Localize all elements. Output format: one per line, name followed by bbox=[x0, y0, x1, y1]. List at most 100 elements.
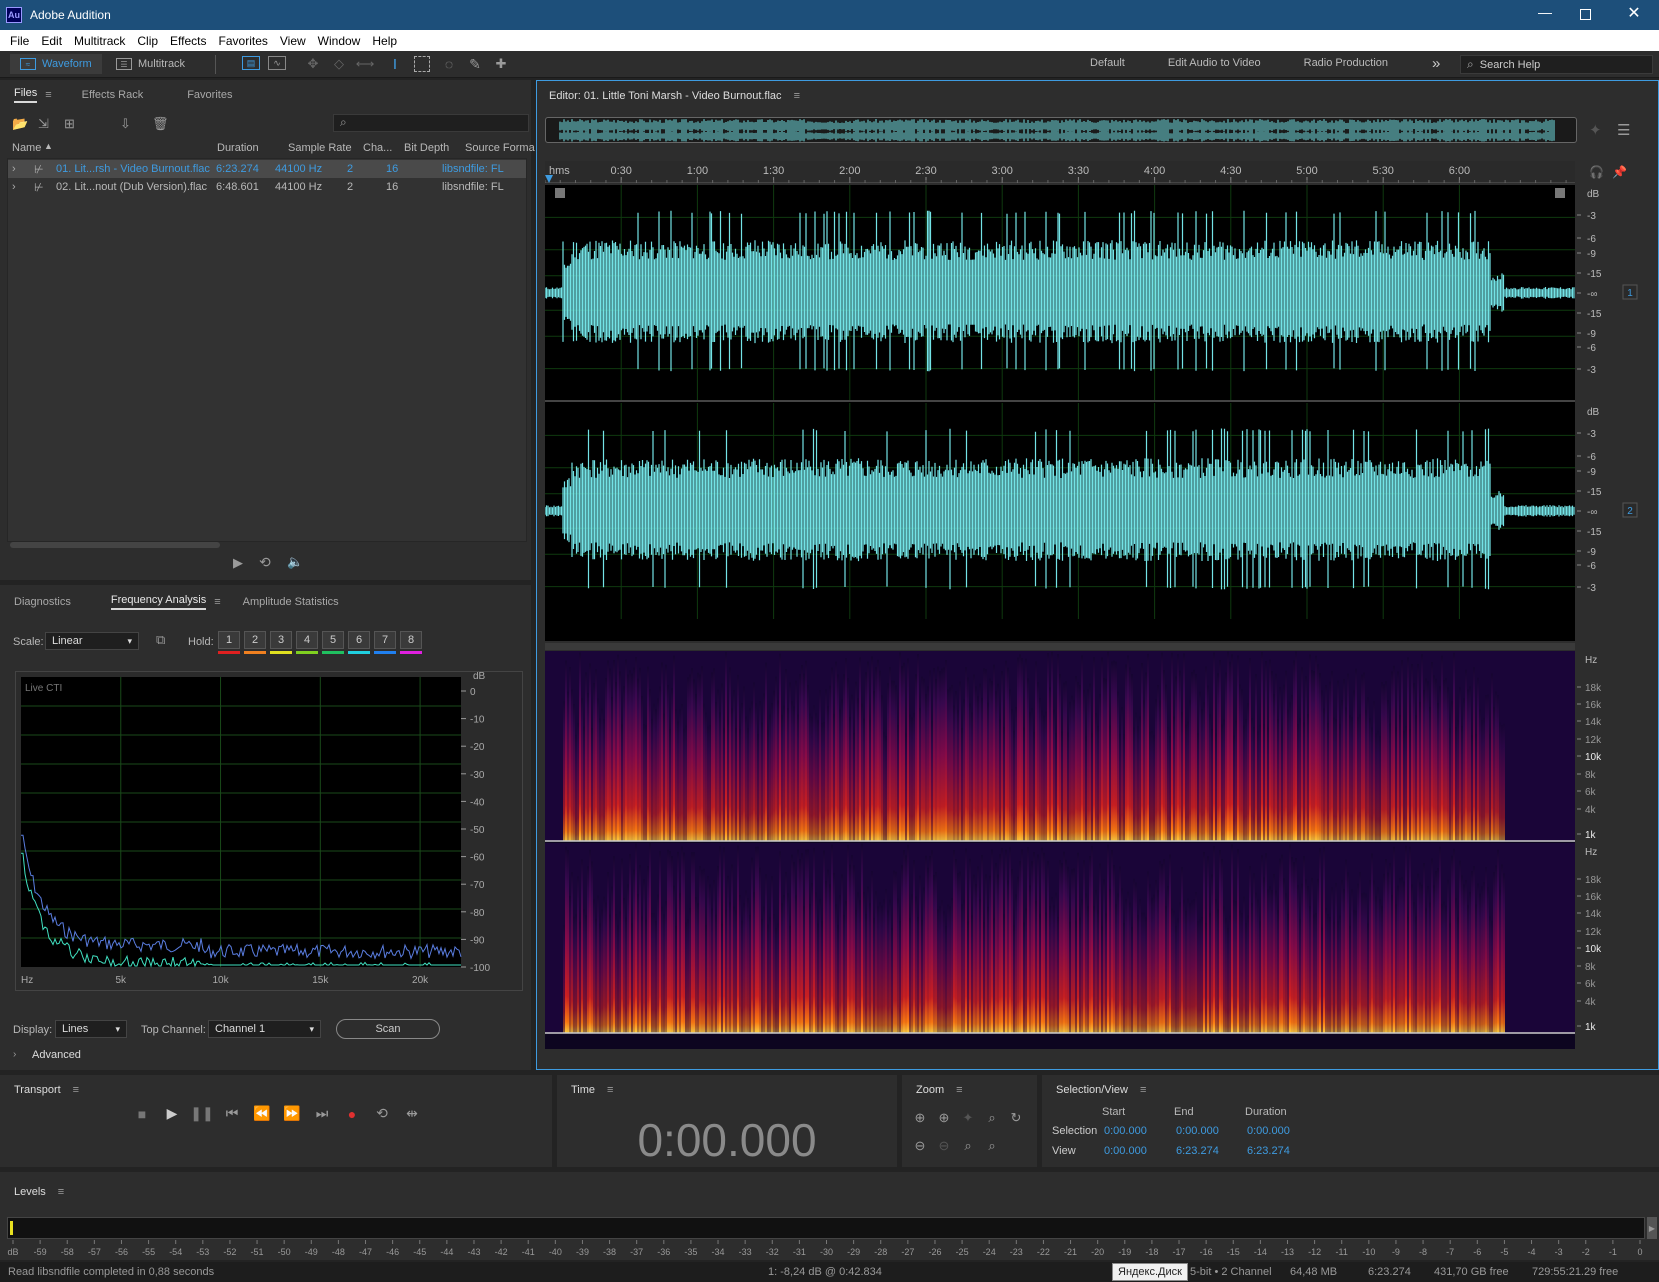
overview-bar[interactable] bbox=[545, 117, 1577, 143]
zoom-to-selection-icon[interactable]: ⌕ bbox=[980, 1110, 1004, 1126]
view-end-value[interactable]: 6:23.274 bbox=[1176, 1145, 1219, 1157]
panel-menu-icon[interactable]: ≡ bbox=[607, 1084, 613, 1096]
more-workspaces-button[interactable]: » bbox=[1432, 55, 1440, 72]
menu-multitrack[interactable]: Multitrack bbox=[68, 34, 131, 48]
play-icon[interactable]: ▶ bbox=[163, 1105, 181, 1122]
time-selection-tool-icon[interactable]: I bbox=[386, 54, 404, 74]
tab-favorites[interactable]: Favorites bbox=[187, 89, 232, 101]
scan-button[interactable]: Scan bbox=[336, 1019, 440, 1039]
zoom-in-edges-icon[interactable]: ⌕ bbox=[956, 1138, 980, 1154]
menu-edit[interactable]: Edit bbox=[35, 34, 68, 48]
skip-selection-icon[interactable]: ⇹ bbox=[403, 1105, 421, 1122]
headphones-icon[interactable]: 🎧 bbox=[1589, 165, 1604, 179]
workspace-radio-production[interactable]: Radio Production bbox=[1304, 57, 1388, 69]
snapshot-icon[interactable]: ⧉ bbox=[156, 632, 165, 648]
zoom-out-time-icon[interactable]: ⊖ bbox=[932, 1138, 956, 1154]
hold-button-7[interactable]: 7 bbox=[374, 631, 396, 649]
close-icon[interactable]: ✕ bbox=[1624, 3, 1644, 23]
playhead-marker[interactable] bbox=[545, 175, 553, 183]
zoom-in-time-icon[interactable]: ⊕ bbox=[932, 1110, 956, 1126]
menu-file[interactable]: File bbox=[4, 34, 35, 48]
tab-files[interactable]: Files bbox=[14, 87, 38, 103]
panel-menu-icon[interactable]: ≡ bbox=[45, 89, 51, 101]
expand-icon[interactable]: › bbox=[12, 181, 16, 193]
preview-play-icon[interactable]: ▶ bbox=[233, 555, 243, 571]
import-file-icon[interactable]: ⇲ bbox=[38, 116, 49, 132]
skip-to-start-icon[interactable]: ⏮ bbox=[223, 1105, 241, 1122]
skip-to-end-icon[interactable]: ⏭ bbox=[313, 1105, 331, 1122]
tab-effects-rack[interactable]: Effects Rack bbox=[82, 89, 144, 101]
zoom-in-amplitude-icon[interactable]: ⊕ bbox=[908, 1110, 932, 1126]
maximize-icon[interactable] bbox=[1580, 9, 1591, 20]
expand-icon[interactable]: › bbox=[12, 163, 16, 175]
fast-forward-icon[interactable]: ⏩ bbox=[283, 1105, 301, 1122]
view-duration-value[interactable]: 6:23.274 bbox=[1247, 1145, 1290, 1157]
timeline-ruler[interactable]: hms 0:30 1:00 1:30 2:00 2:30 3:00 3:30 4:00 4:30 5… bbox=[544, 161, 1575, 183]
file-filter-input[interactable]: ⌕ bbox=[333, 114, 529, 132]
view-divider[interactable] bbox=[545, 643, 1575, 650]
tab-frequency-analysis[interactable]: Frequency Analysis bbox=[110, 594, 207, 610]
panel-menu-icon[interactable]: ≡ bbox=[58, 1186, 64, 1198]
hold-button-1[interactable]: 1 bbox=[218, 631, 240, 649]
brush-tool-icon[interactable]: ✎ bbox=[466, 55, 484, 73]
marquee-tool-icon[interactable] bbox=[414, 56, 430, 72]
tab-amplitude-statistics[interactable]: Amplitude Statistics bbox=[243, 596, 339, 608]
selection-duration-value[interactable]: 0:00.000 bbox=[1247, 1125, 1290, 1137]
multitrack-mode-button[interactable]: ☰ Multitrack bbox=[106, 54, 206, 74]
meter-reset-icon[interactable]: ▶ bbox=[1647, 1217, 1657, 1239]
overview-menu-icon[interactable]: ☰ bbox=[1617, 121, 1630, 139]
preview-loop-icon[interactable]: ⟲ bbox=[259, 554, 271, 571]
pin-icon[interactable]: 📌 bbox=[1612, 165, 1627, 179]
zoom-out-full-icon[interactable]: ⌕ bbox=[980, 1138, 1004, 1154]
workspace-default[interactable]: Default bbox=[1090, 57, 1125, 69]
waveform-editor-icon[interactable]: ▤ bbox=[242, 56, 260, 70]
display-dropdown[interactable]: Lines ▾ bbox=[55, 1020, 127, 1038]
workspace-edit-audio-to-video[interactable]: Edit Audio to Video bbox=[1168, 57, 1261, 69]
record-icon[interactable]: ● bbox=[343, 1105, 361, 1122]
view-start-value[interactable]: 0:00.000 bbox=[1104, 1145, 1147, 1157]
zoom-navigator-icon[interactable]: ✦ bbox=[1589, 121, 1602, 139]
menu-view[interactable]: View bbox=[274, 34, 312, 48]
menu-clip[interactable]: Clip bbox=[131, 34, 164, 48]
menu-favorites[interactable]: Favorites bbox=[213, 34, 274, 48]
hold-button-6[interactable]: 6 bbox=[348, 631, 370, 649]
hold-button-8[interactable]: 8 bbox=[400, 631, 422, 649]
delete-icon[interactable]: 🗑 bbox=[152, 116, 169, 132]
panel-menu-icon[interactable]: ≡ bbox=[73, 1084, 79, 1096]
hold-button-2[interactable]: 2 bbox=[244, 631, 266, 649]
zoom-in-point-icon[interactable]: ✦ bbox=[956, 1110, 980, 1126]
save-file-icon[interactable]: ⇩ bbox=[120, 116, 131, 132]
col-sample-rate[interactable]: Sample Rate bbox=[288, 142, 352, 154]
loop-playback-icon[interactable]: ⟲ bbox=[373, 1105, 391, 1122]
selection-start-value[interactable]: 0:00.000 bbox=[1104, 1125, 1147, 1137]
tab-diagnostics[interactable]: Diagnostics bbox=[14, 596, 71, 608]
fade-out-handle-icon[interactable] bbox=[1555, 188, 1565, 198]
waveform-display[interactable] bbox=[544, 185, 1575, 641]
col-bit-depth[interactable]: Bit Depth bbox=[404, 142, 449, 154]
file-row[interactable]: › ⊬ 01. Lit...rsh - Video Burnout.flac 6:23… bbox=[8, 160, 526, 178]
razor-tool-icon[interactable]: ◇ bbox=[330, 55, 348, 73]
minimize-icon[interactable]: — bbox=[1535, 4, 1555, 24]
col-name[interactable]: Name bbox=[12, 142, 41, 154]
panel-menu-icon[interactable]: ≡ bbox=[956, 1084, 962, 1096]
preview-autoplay-icon[interactable]: 🔈 bbox=[287, 554, 303, 570]
pause-icon[interactable]: ❚❚ bbox=[190, 1105, 213, 1122]
open-file-icon[interactable]: 📂 bbox=[12, 116, 28, 132]
col-channels[interactable]: Cha... bbox=[363, 142, 392, 154]
waveform-mode-button[interactable]: ≈ Waveform bbox=[10, 54, 102, 74]
stop-icon[interactable]: ■ bbox=[133, 1105, 151, 1122]
spectral-display-icon[interactable]: ∿ bbox=[268, 56, 286, 70]
new-file-icon[interactable]: ⊞ bbox=[64, 116, 75, 132]
zoom-reset-icon[interactable]: ↻ bbox=[1004, 1110, 1028, 1126]
panel-menu-icon[interactable]: ≡ bbox=[1140, 1084, 1146, 1096]
zoom-out-amplitude-icon[interactable]: ⊖ bbox=[908, 1138, 932, 1154]
hold-button-4[interactable]: 4 bbox=[296, 631, 318, 649]
menu-window[interactable]: Window bbox=[312, 34, 367, 48]
zoom-fit-icon[interactable] bbox=[1004, 1138, 1028, 1154]
menu-help[interactable]: Help bbox=[366, 34, 403, 48]
advanced-label[interactable]: Advanced bbox=[32, 1049, 81, 1061]
file-row[interactable]: › ⊬ 02. Lit...nout (Dub Version).flac 6:48.… bbox=[8, 178, 526, 196]
slip-tool-icon[interactable]: ⟷ bbox=[356, 55, 375, 73]
move-tool-icon[interactable]: ✥ bbox=[304, 55, 322, 73]
spectral-display[interactable] bbox=[545, 651, 1575, 1049]
